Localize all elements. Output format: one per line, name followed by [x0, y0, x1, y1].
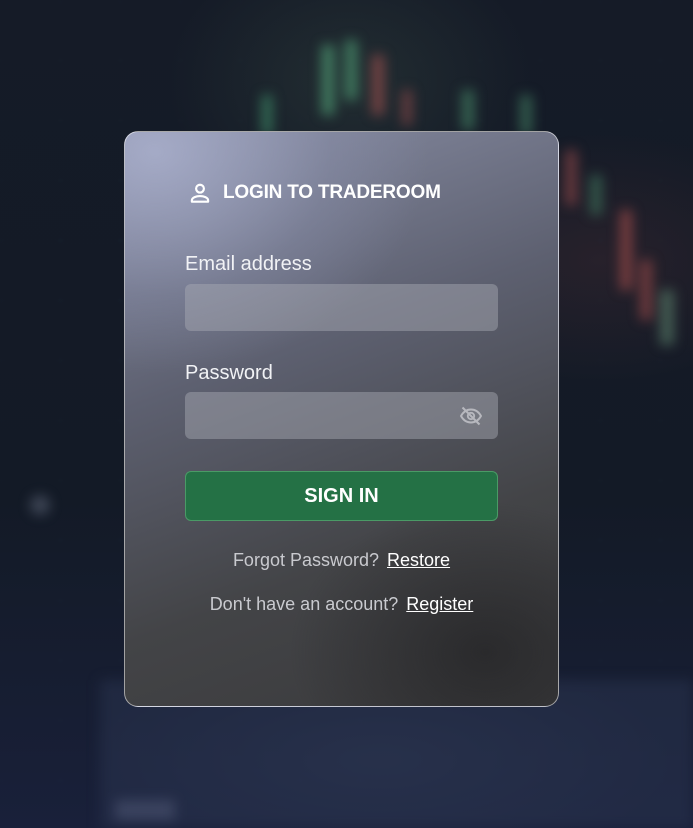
email-field[interactable]	[185, 284, 498, 331]
eye-off-icon[interactable]	[458, 404, 484, 428]
restore-link[interactable]: Restore	[387, 550, 450, 570]
email-label: Email address	[185, 253, 312, 275]
forgot-password-row: Forgot Password? Restore	[125, 550, 558, 571]
register-link[interactable]: Register	[406, 594, 473, 614]
password-label: Password	[185, 362, 273, 384]
forgot-password-text: Forgot Password?	[232, 550, 380, 570]
no-account-text: Don't have an account?	[209, 594, 399, 614]
sign-in-button[interactable]: SIGN IN	[185, 471, 498, 521]
login-header: LOGIN TO TRADEROOM	[187, 180, 441, 206]
register-row: Don't have an account? Register	[125, 594, 558, 615]
login-title: LOGIN TO TRADEROOM	[223, 182, 441, 203]
user-icon	[187, 180, 213, 206]
password-field[interactable]	[185, 392, 498, 439]
login-card: LOGIN TO TRADEROOM Email address Passwor…	[124, 131, 559, 707]
